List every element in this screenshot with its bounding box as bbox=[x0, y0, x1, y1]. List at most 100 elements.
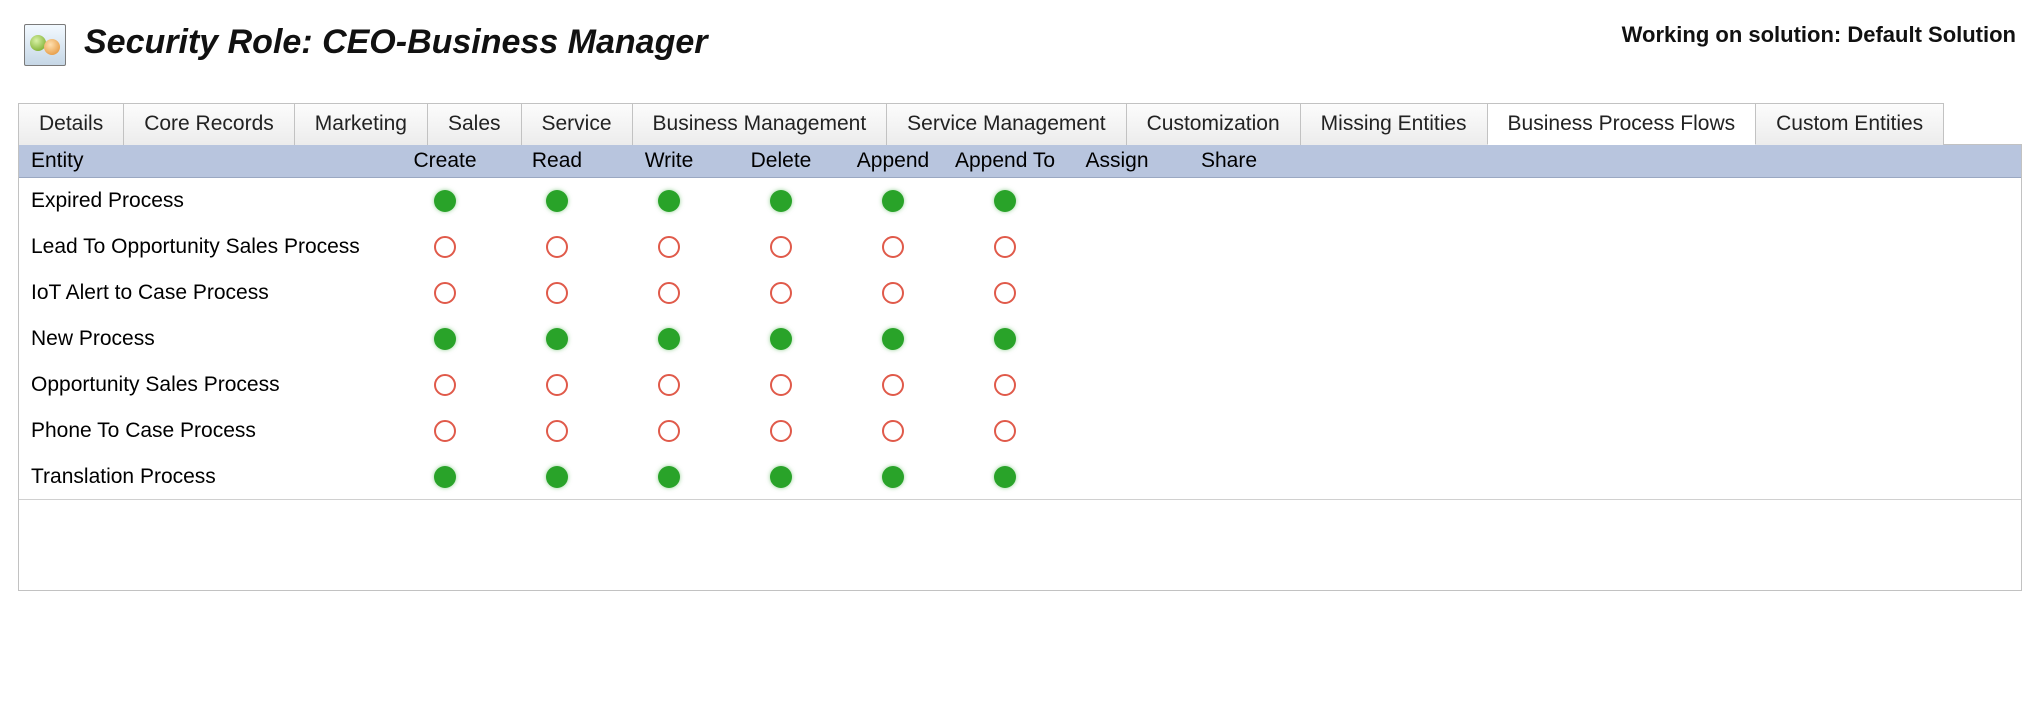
priv-full-icon[interactable] bbox=[994, 190, 1016, 212]
priv-cell-create bbox=[389, 190, 501, 212]
priv-full-icon[interactable] bbox=[546, 328, 568, 350]
priv-none-icon[interactable] bbox=[658, 420, 680, 442]
header-left: Security Role: CEO-Business Manager bbox=[24, 18, 708, 66]
priv-cell-delete bbox=[725, 282, 837, 304]
priv-full-icon[interactable] bbox=[882, 466, 904, 488]
priv-full-icon[interactable] bbox=[434, 328, 456, 350]
tab-custom-entities[interactable]: Custom Entities bbox=[1755, 103, 1944, 145]
priv-cell-delete bbox=[725, 466, 837, 488]
priv-none-icon[interactable] bbox=[546, 420, 568, 442]
entity-name[interactable]: New Process bbox=[19, 327, 389, 351]
tab-marketing[interactable]: Marketing bbox=[294, 103, 428, 145]
priv-full-icon[interactable] bbox=[882, 328, 904, 350]
priv-cell-append-to bbox=[949, 236, 1061, 258]
priv-none-icon[interactable] bbox=[546, 374, 568, 396]
priv-cell-append bbox=[837, 282, 949, 304]
entity-name[interactable]: Lead To Opportunity Sales Process bbox=[19, 235, 389, 259]
tab-missing-entities[interactable]: Missing Entities bbox=[1300, 103, 1488, 145]
priv-cell-write bbox=[613, 374, 725, 396]
priv-none-icon[interactable] bbox=[546, 236, 568, 258]
priv-none-icon[interactable] bbox=[770, 374, 792, 396]
priv-none-icon[interactable] bbox=[546, 282, 568, 304]
tab-business-process-flows[interactable]: Business Process Flows bbox=[1487, 103, 1757, 145]
security-role-icon bbox=[24, 24, 66, 66]
priv-none-icon[interactable] bbox=[882, 374, 904, 396]
priv-cell-read bbox=[501, 420, 613, 442]
priv-cell-write bbox=[613, 328, 725, 350]
priv-none-icon[interactable] bbox=[882, 282, 904, 304]
priv-cell-append-to bbox=[949, 420, 1061, 442]
priv-cell-write bbox=[613, 282, 725, 304]
col-header-share[interactable]: Share bbox=[1173, 145, 1285, 177]
priv-cell-append-to bbox=[949, 466, 1061, 488]
tab-service[interactable]: Service bbox=[521, 103, 633, 145]
priv-none-icon[interactable] bbox=[994, 236, 1016, 258]
entity-name[interactable]: Opportunity Sales Process bbox=[19, 373, 389, 397]
col-header-delete[interactable]: Delete bbox=[725, 145, 837, 177]
tab-strip: DetailsCore RecordsMarketingSalesService… bbox=[18, 102, 2022, 145]
table-row: Opportunity Sales Process bbox=[19, 362, 2021, 408]
priv-none-icon[interactable] bbox=[994, 282, 1016, 304]
priv-none-icon[interactable] bbox=[658, 374, 680, 396]
privileges-grid: EntityCreateReadWriteDeleteAppendAppend … bbox=[18, 145, 2022, 591]
priv-cell-read bbox=[501, 374, 613, 396]
grid-body: Expired Process Lead To Opportunity Sales… bbox=[19, 178, 2021, 500]
entity-name[interactable]: Translation Process bbox=[19, 465, 389, 489]
priv-full-icon[interactable] bbox=[546, 466, 568, 488]
priv-full-icon[interactable] bbox=[770, 190, 792, 212]
col-header-append-to[interactable]: Append To bbox=[949, 145, 1061, 177]
entity-name[interactable]: IoT Alert to Case Process bbox=[19, 281, 389, 305]
col-header-entity[interactable]: Entity bbox=[19, 145, 389, 177]
priv-none-icon[interactable] bbox=[770, 236, 792, 258]
priv-none-icon[interactable] bbox=[882, 420, 904, 442]
grid-header-row: EntityCreateReadWriteDeleteAppendAppend … bbox=[19, 145, 2021, 178]
priv-cell-append bbox=[837, 466, 949, 488]
entity-name[interactable]: Phone To Case Process bbox=[19, 419, 389, 443]
tab-customization[interactable]: Customization bbox=[1126, 103, 1301, 145]
priv-none-icon[interactable] bbox=[434, 420, 456, 442]
tab-details[interactable]: Details bbox=[18, 103, 124, 145]
priv-none-icon[interactable] bbox=[434, 374, 456, 396]
priv-cell-read bbox=[501, 282, 613, 304]
priv-none-icon[interactable] bbox=[434, 236, 456, 258]
col-header-create[interactable]: Create bbox=[389, 145, 501, 177]
priv-full-icon[interactable] bbox=[882, 190, 904, 212]
priv-none-icon[interactable] bbox=[770, 420, 792, 442]
table-row: Translation Process bbox=[19, 454, 2021, 500]
priv-none-icon[interactable] bbox=[994, 420, 1016, 442]
col-header-assign[interactable]: Assign bbox=[1061, 145, 1173, 177]
page-header: Security Role: CEO-Business Manager Work… bbox=[18, 0, 2022, 102]
priv-full-icon[interactable] bbox=[434, 190, 456, 212]
tab-service-management[interactable]: Service Management bbox=[886, 103, 1126, 145]
priv-full-icon[interactable] bbox=[658, 190, 680, 212]
col-header-read[interactable]: Read bbox=[501, 145, 613, 177]
priv-cell-create bbox=[389, 374, 501, 396]
priv-full-icon[interactable] bbox=[658, 466, 680, 488]
priv-cell-append bbox=[837, 236, 949, 258]
table-row: Phone To Case Process bbox=[19, 408, 2021, 454]
col-header-write[interactable]: Write bbox=[613, 145, 725, 177]
priv-full-icon[interactable] bbox=[770, 328, 792, 350]
priv-cell-append-to bbox=[949, 190, 1061, 212]
priv-full-icon[interactable] bbox=[658, 328, 680, 350]
priv-none-icon[interactable] bbox=[658, 236, 680, 258]
priv-none-icon[interactable] bbox=[882, 236, 904, 258]
priv-cell-read bbox=[501, 190, 613, 212]
priv-none-icon[interactable] bbox=[434, 282, 456, 304]
priv-none-icon[interactable] bbox=[770, 282, 792, 304]
priv-full-icon[interactable] bbox=[770, 466, 792, 488]
security-role-page: Security Role: CEO-Business Manager Work… bbox=[0, 0, 2040, 609]
priv-full-icon[interactable] bbox=[994, 328, 1016, 350]
priv-cell-delete bbox=[725, 374, 837, 396]
priv-none-icon[interactable] bbox=[994, 374, 1016, 396]
priv-full-icon[interactable] bbox=[994, 466, 1016, 488]
priv-cell-write bbox=[613, 466, 725, 488]
priv-none-icon[interactable] bbox=[658, 282, 680, 304]
entity-name[interactable]: Expired Process bbox=[19, 189, 389, 213]
tab-business-management[interactable]: Business Management bbox=[632, 103, 888, 145]
priv-full-icon[interactable] bbox=[434, 466, 456, 488]
col-header-append[interactable]: Append bbox=[837, 145, 949, 177]
tab-core-records[interactable]: Core Records bbox=[123, 103, 295, 145]
tab-sales[interactable]: Sales bbox=[427, 103, 522, 145]
priv-full-icon[interactable] bbox=[546, 190, 568, 212]
